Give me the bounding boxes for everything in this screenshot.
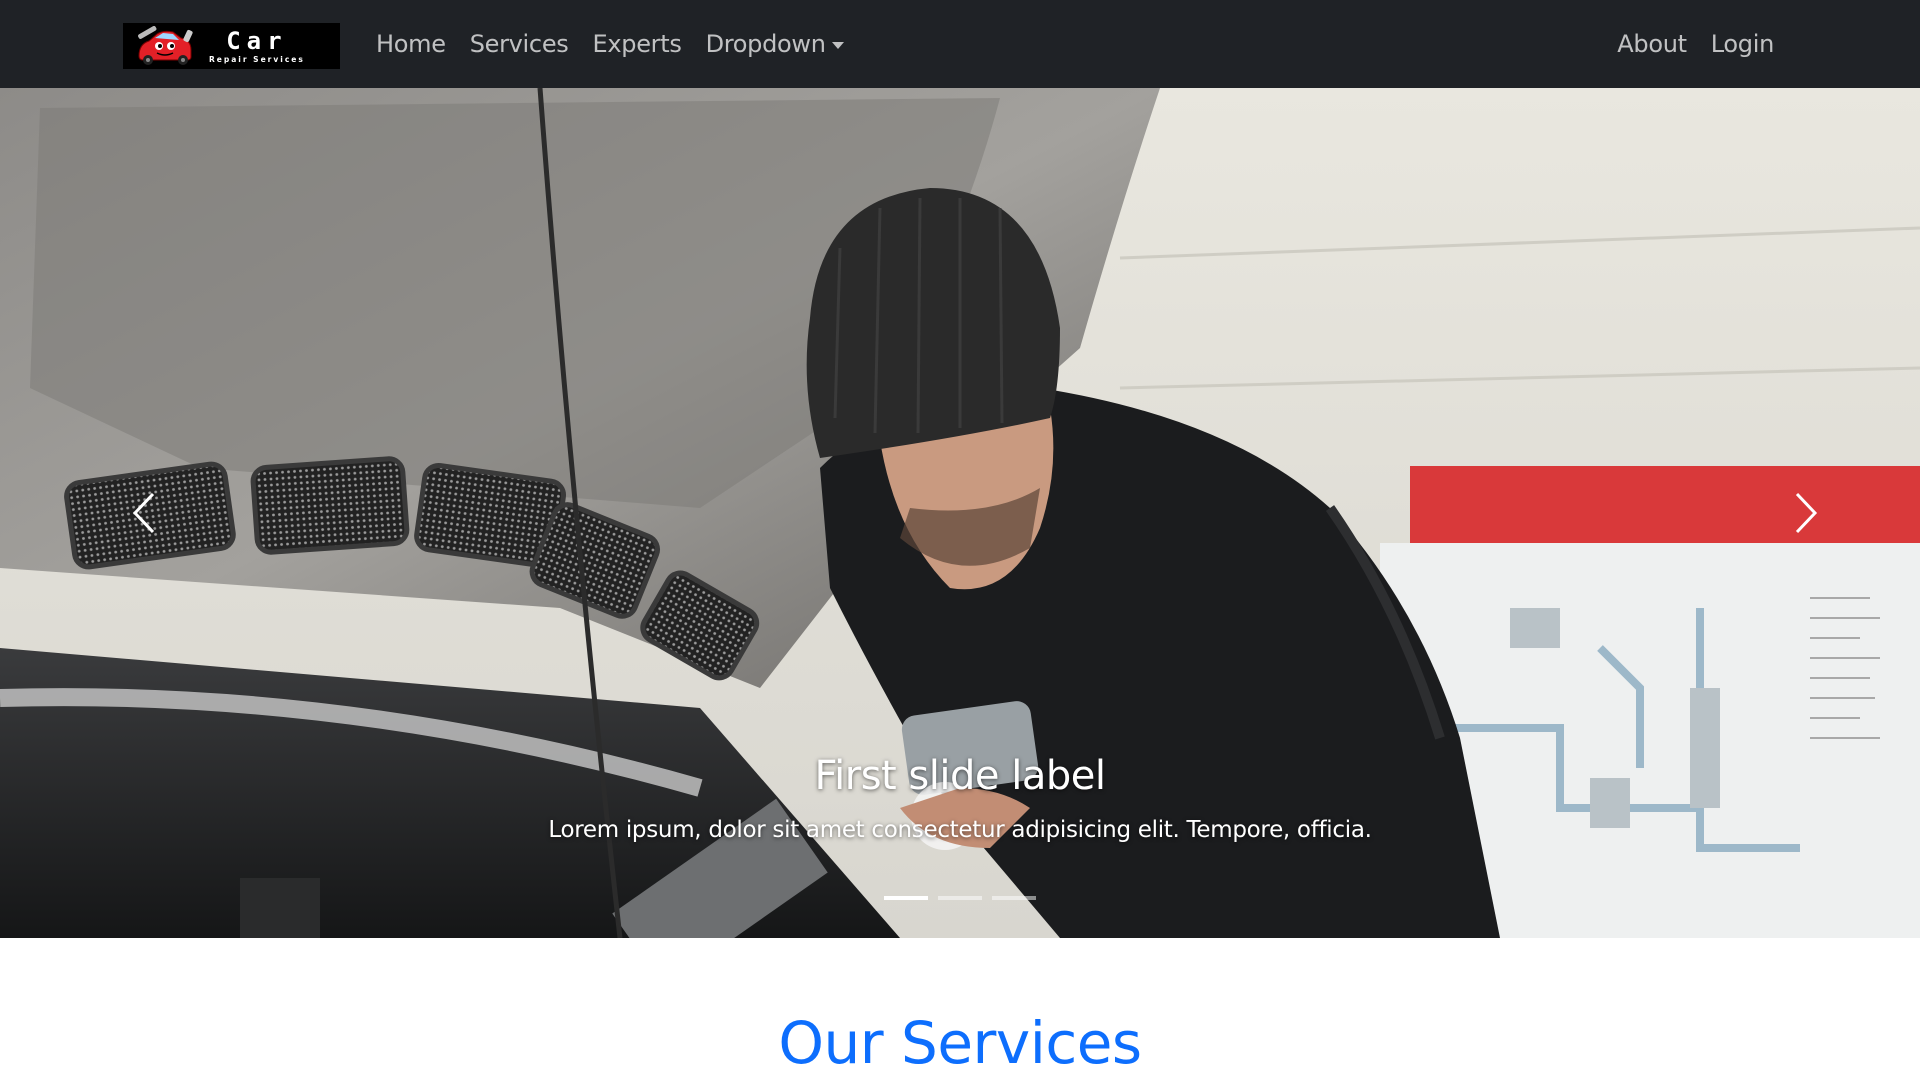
caption-title: First slide label xyxy=(814,753,1106,799)
brand-subtitle: Repair Services xyxy=(209,54,305,64)
nav-link-login[interactable]: Login xyxy=(1699,30,1786,58)
carousel-indicator-2[interactable] xyxy=(938,896,982,900)
nav-dropdown-toggle[interactable]: Dropdown xyxy=(694,30,856,58)
nav-link-experts[interactable]: Experts xyxy=(581,30,694,58)
brand-text: Car Repair Services xyxy=(209,29,305,64)
carousel-caption: First slide label Lorem ipsum, dolor sit… xyxy=(0,753,1920,843)
nav-dropdown-label: Dropdown xyxy=(705,30,826,58)
car-logo-icon xyxy=(133,26,195,66)
caption-text: Lorem ipsum, dolor sit amet consectetur … xyxy=(548,817,1372,843)
nav-link-services[interactable]: Services xyxy=(458,30,581,58)
brand-title: Car xyxy=(226,26,288,55)
caret-down-icon xyxy=(831,41,844,49)
services-heading: Our Services xyxy=(778,1009,1142,1077)
carousel-indicator-1[interactable] xyxy=(884,896,928,900)
carousel-indicators xyxy=(0,896,1920,900)
nav-link-home[interactable]: Home xyxy=(364,30,458,58)
brand-logo[interactable]: Car Repair Services xyxy=(123,23,340,69)
carousel-indicator-3[interactable] xyxy=(992,896,1036,900)
nav-link-about[interactable]: About xyxy=(1605,30,1698,58)
hero-carousel: First slide label Lorem ipsum, dolor sit… xyxy=(0,88,1920,938)
chevron-left-icon xyxy=(132,492,155,534)
chevron-right-icon xyxy=(1795,492,1818,534)
nav-left: Home Services Experts Dropdown xyxy=(364,0,856,88)
nav-right: About Login xyxy=(1605,0,1786,88)
navbar: Car Repair Services Home Services Expert… xyxy=(0,0,1920,88)
